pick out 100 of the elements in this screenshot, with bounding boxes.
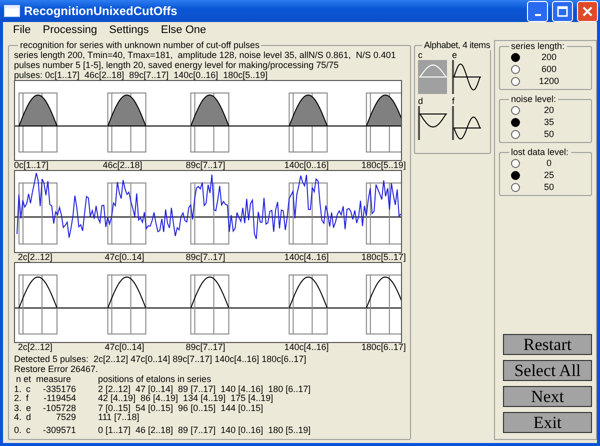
pulse-window-frame <box>190 274 230 334</box>
table-cell-text: -105728 <box>42 404 76 413</box>
window-title: RecognitionUnixedCutOffs <box>24 3 178 20</box>
pulse-label: 2c[2..12] <box>18 252 52 262</box>
table-cell-text: -335176 <box>42 384 76 394</box>
pulse-window-frame <box>190 182 230 244</box>
table-cell-text: f <box>26 394 30 404</box>
radio-option[interactable]: 20 <box>505 104 587 116</box>
pulse-window-frame <box>107 182 146 244</box>
pulse-window-frame <box>18 274 58 334</box>
group-title: Alphabet, 4 items <box>423 40 492 50</box>
pulse-shape <box>288 94 328 126</box>
radio-option[interactable]: 25 <box>505 169 587 181</box>
pulse-label: 46c[2..18] <box>102 160 142 170</box>
group-title: lost data level: <box>510 147 570 157</box>
table-cell-text: c <box>26 384 32 394</box>
pulse-window-frame <box>18 182 58 244</box>
pulse-window-frame <box>366 274 402 334</box>
pulse-shape <box>366 94 402 126</box>
menu-item[interactable]: File <box>7 22 37 38</box>
pulse-label: 180c[6..17] <box>361 342 406 352</box>
detected-text: Detected 5 pulses: 2c[2..12] 47c[0..14] 89c[7..17] 140c[4..16] 180c[6..17] <box>14 354 308 364</box>
pulse-window-frame <box>366 182 402 244</box>
action-button[interactable]: Restart <box>503 334 592 355</box>
pulse-label: 89c[7..17] <box>186 160 226 170</box>
pulse-shape <box>190 94 230 126</box>
radio-option[interactable]: 1200 <box>505 75 587 87</box>
action-button[interactable]: Select All <box>503 360 592 381</box>
menu-item[interactable]: Processing <box>36 22 104 38</box>
menu-item[interactable]: Settings <box>103 22 155 38</box>
pulse-label: 180c[5..19] <box>361 160 406 170</box>
table-cell-text: 2 [2..12] 47 [0..14] 89 [7..17] 140 [4..16] 180 [6..17] <box>97 384 312 394</box>
pulse-shape <box>18 94 58 126</box>
group-title: recognition for series with unknown number of cut-off pulses <box>19 40 260 50</box>
pulse-label: 180c[5..17] <box>361 252 406 262</box>
pulse-shape <box>190 276 230 308</box>
etalon-shape-icon[interactable] <box>452 60 481 94</box>
radio-option[interactable]: 35 <box>505 116 587 128</box>
pulse-label: 0c[1..17] <box>14 160 49 170</box>
table-cell-text: 7 [0..15] 54 [0..15] 96 [0..15] 144 [0..15] <box>97 404 264 413</box>
table-cell-text: 42 [4..19] 86 [4..19] 134 [4..19] 175 [4..19] <box>97 394 274 404</box>
minimize-icon <box>534 14 540 16</box>
info-text: pulses number 5 [1-5], length 20, saved energy level for making/processing 75/75 <box>14 60 340 70</box>
pulse-label: 47c[0..14] <box>104 342 144 352</box>
close-button[interactable] <box>577 0 598 22</box>
pulse-window-frame <box>288 92 328 152</box>
radio-option[interactable]: 0 <box>505 157 587 169</box>
pulse-label: 140c[4..16] <box>284 342 329 352</box>
pulse-label: 89c[7..17] <box>186 252 226 262</box>
table-cell-text: 3. <box>14 404 23 413</box>
pulse-label: 2c[2..12] <box>18 342 52 352</box>
pulse-label: 47c[0..14] <box>104 252 144 262</box>
table-cell-text: 0 [1..17] 46 [2..18] 89 [7..17] 140 [0..16] 180 [5..19] <box>97 426 312 435</box>
info-text: series length 200, Tmin=40, Tmax=181, amplitude 128, noise level 35, allN/S 0.861, N/S 0.401 <box>14 50 397 60</box>
group-title: series length: <box>510 41 566 51</box>
table-cell-text: 4. <box>14 413 23 422</box>
radio-option[interactable]: 200 <box>505 51 587 63</box>
table-cell-text: 111 [7..18] <box>97 413 140 422</box>
pulse-label: 140c[4..16] <box>284 252 329 262</box>
close-icon <box>582 6 593 16</box>
table-cell-text: e <box>26 404 32 413</box>
menu-item[interactable]: Else One <box>154 22 212 38</box>
pulse-window-frame <box>107 92 146 152</box>
letter-label: d <box>418 96 424 106</box>
pulse-shape <box>288 276 328 308</box>
pulse-window-frame <box>18 92 58 152</box>
pulse-window-frame <box>107 274 146 334</box>
maximize-icon <box>557 6 568 16</box>
table-cell-text: c <box>26 426 32 435</box>
table-cell-text: 0. <box>14 426 23 435</box>
info-text: pulses: 0c[1..17] 46c[2..18] 89c[7..17] 140c[0..16] 180c[5..19] <box>14 70 269 80</box>
action-button[interactable]: Next <box>503 386 592 407</box>
table-cell-text: 1. <box>14 384 23 394</box>
table-cell-text: -309571 <box>42 426 76 435</box>
pulse-label: 140c[0..16] <box>284 160 329 170</box>
column-header: positions of etalons in series <box>97 375 212 384</box>
radio-option[interactable]: 50 <box>505 181 587 193</box>
group-title: noise level: <box>510 94 558 104</box>
pulse-shape <box>18 276 58 308</box>
pulse-window-frame <box>288 274 328 334</box>
table-cell-text: -119454 <box>42 394 76 404</box>
pulse-label: 89c[7..17] <box>186 342 226 352</box>
action-button[interactable]: Exit <box>503 412 592 433</box>
maximize-button[interactable] <box>552 0 573 22</box>
column-header: n et measure <box>15 375 72 384</box>
table-cell-text: 2. <box>14 394 23 404</box>
radio-option[interactable]: 50 <box>505 128 587 140</box>
restore-error-text: Restore Error 26467. <box>14 364 98 374</box>
pulse-window-frame <box>288 182 328 244</box>
window-icon <box>4 5 20 17</box>
etalon-shape-icon[interactable] <box>452 106 481 140</box>
radio-option[interactable]: 600 <box>505 63 587 75</box>
pulse-shape <box>366 276 402 308</box>
pulse-shape <box>107 94 147 126</box>
pulse-shape <box>107 276 146 308</box>
pulse-window-frame <box>190 92 230 152</box>
table-cell-text: d <box>26 413 32 422</box>
minimize-button[interactable] <box>527 0 548 22</box>
etalon-shape-icon[interactable] <box>418 106 447 140</box>
letter-label: f <box>452 96 456 106</box>
